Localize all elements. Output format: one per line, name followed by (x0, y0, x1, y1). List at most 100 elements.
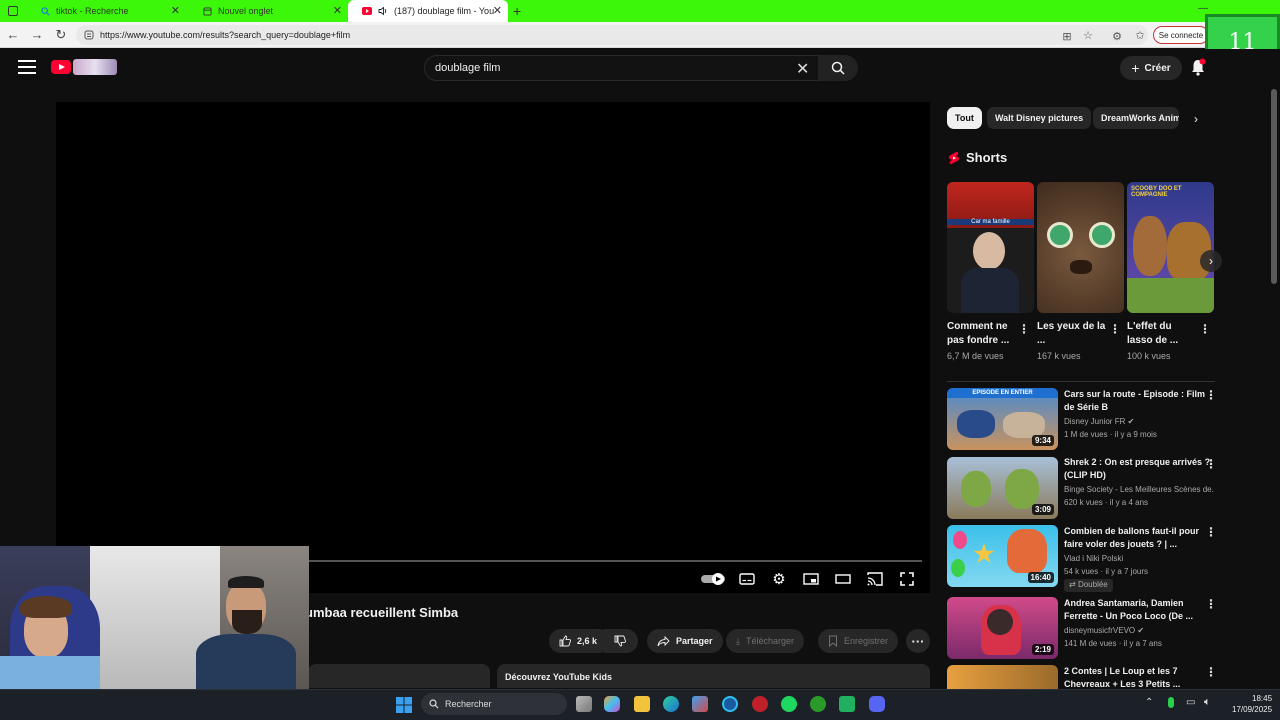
volume-icon[interactable]: 🔈︎ (1204, 696, 1211, 709)
install-app-icon[interactable]: ⊞ (1060, 30, 1074, 43)
create-button[interactable]: + Créer (1120, 56, 1182, 80)
taskbar-search[interactable]: Rechercher (421, 693, 567, 715)
fullscreen-icon[interactable] (898, 571, 916, 587)
save-button[interactable]: Enregistrer (818, 629, 899, 653)
dislike-button[interactable] (604, 629, 638, 653)
extensions-icon[interactable]: ⚙ (1110, 30, 1124, 43)
short-thumbnail[interactable]: SCOOBY DOO ET COMPAGNIE (1127, 182, 1214, 313)
task-view-icon[interactable] (576, 696, 592, 712)
spotify-icon[interactable] (781, 696, 797, 712)
related-channel[interactable]: Disney Junior FR ✔ (1064, 417, 1214, 426)
minimize-icon[interactable]: — (1198, 3, 1208, 14)
more-options-icon[interactable]: ⋮ (1199, 322, 1211, 336)
short-thumbnail[interactable]: Car ma famille (947, 182, 1034, 313)
app-green-icon[interactable] (839, 696, 855, 712)
chip-dreamworks[interactable]: DreamWorks Anim (1093, 107, 1179, 129)
taskbar-clock[interactable]: 18:45 17/09/2025 (1232, 693, 1272, 715)
close-icon[interactable]: ✕ (493, 4, 502, 17)
reload-button[interactable]: ↻ (53, 27, 69, 43)
store-icon[interactable] (692, 696, 708, 712)
settings-gear-icon[interactable]: ⚙ (770, 571, 788, 588)
related-thumbnail[interactable]: 16:40 (947, 525, 1058, 587)
more-options-icon[interactable]: ⋮ (1109, 322, 1121, 336)
more-options-icon[interactable]: ⋮ (1205, 388, 1217, 402)
cast-icon[interactable] (866, 571, 884, 587)
related-title[interactable]: 2 Contes | Le Loup et les 7 Chevreaux + … (1064, 665, 1212, 689)
more-options-icon[interactable]: ⋮ (1205, 665, 1217, 679)
microphone-icon[interactable] (1168, 697, 1174, 708)
speaker-icon[interactable] (378, 6, 388, 16)
network-icon[interactable]: ▭ (1186, 697, 1195, 708)
verified-icon: ✔ (1137, 626, 1145, 635)
related-thumbnail[interactable] (947, 665, 1058, 689)
thumb-banner: EPISODE EN ENTIER (947, 388, 1058, 398)
tab-label: tiktok - Recherche (56, 6, 129, 16)
more-options-icon[interactable]: ⋮ (1205, 597, 1217, 611)
related-title[interactable]: Andrea Santamaria, Damien Ferrette - Un … (1064, 597, 1212, 623)
subtitles-icon[interactable] (738, 571, 756, 587)
clear-search-icon[interactable]: ✕ (796, 59, 809, 79)
windows-start-icon[interactable] (396, 697, 412, 718)
more-options-icon[interactable]: ⋮ (1205, 457, 1217, 471)
autoplay-toggle[interactable] (700, 571, 726, 587)
short-title[interactable]: Les yeux de la ... (1037, 320, 1109, 348)
doodle-logo-art[interactable] (73, 59, 117, 75)
taskbar-search-label: Rechercher (445, 699, 492, 709)
related-channel[interactable]: Vlad i Niki Polski (1064, 554, 1214, 563)
like-button[interactable]: 2,6 k (549, 629, 611, 653)
site-info-icon[interactable] (84, 30, 94, 42)
tab-actions-icon[interactable] (8, 6, 18, 16)
page-scrollbar[interactable] (1271, 89, 1277, 284)
related-thumbnail[interactable]: 3:09 (947, 457, 1058, 519)
more-actions-button[interactable]: ··· (906, 629, 930, 653)
tab-youtube[interactable]: (187) doublage film - YouTub ✕ (348, 0, 508, 22)
notifications-bell-icon[interactable] (1190, 58, 1206, 76)
related-title[interactable]: Combien de ballons faut-il pour faire vo… (1064, 525, 1212, 551)
app-c-icon[interactable] (722, 696, 738, 712)
close-icon[interactable]: ✕ (333, 4, 342, 17)
video-player[interactable] (56, 102, 930, 593)
related-title[interactable]: Shrek 2 : On est presque arrivés ? (CLIP… (1064, 456, 1212, 482)
search-button[interactable] (818, 55, 858, 81)
more-options-icon[interactable]: ⋮ (1018, 322, 1030, 336)
download-button[interactable]: ⤓ Télécharger (726, 629, 805, 653)
share-button[interactable]: Partager (647, 629, 723, 653)
favorite-star-icon[interactable]: ☆ (1081, 29, 1095, 42)
related-title[interactable]: Cars sur la route - Episode : Film de Sé… (1064, 388, 1212, 414)
sign-in-button[interactable]: Se connecte (1153, 26, 1209, 44)
chips-next-arrow-icon[interactable]: › (1194, 112, 1198, 126)
tray-chevron-icon[interactable]: ⌃ (1145, 697, 1153, 708)
menu-icon[interactable] (18, 60, 36, 74)
file-explorer-icon[interactable] (634, 696, 650, 712)
discord-icon[interactable] (869, 696, 885, 712)
short-title[interactable]: L'effet du lasso de ... (1127, 320, 1199, 348)
youtube-kids-card[interactable]: Découvrez YouTube Kids (497, 664, 930, 688)
shorts-next-arrow-icon[interactable]: › (1200, 250, 1222, 272)
short-title[interactable]: Comment ne pas fondre ... (947, 320, 1019, 348)
video-progress-bar[interactable] (308, 560, 922, 562)
xbox-icon[interactable] (810, 696, 826, 712)
forward-button[interactable]: → (29, 27, 45, 43)
chip-all[interactable]: Tout (947, 107, 982, 129)
favorites-icon[interactable]: ✩ (1133, 29, 1147, 42)
related-channel[interactable]: Binge Society - Les Meilleures Scènes de… (1064, 485, 1214, 494)
youtube-logo-icon[interactable] (51, 60, 71, 74)
back-button[interactable]: ← (5, 27, 21, 43)
url-field[interactable]: https://www.youtube.com/results?search_q… (76, 25, 1148, 45)
tab-tiktok[interactable]: tiktok - Recherche ✕ (26, 0, 186, 22)
related-thumbnail[interactable]: 2:19 (947, 597, 1058, 659)
more-options-icon[interactable]: ⋮ (1205, 525, 1217, 539)
short-thumbnail[interactable] (1037, 182, 1124, 313)
copilot-icon[interactable] (604, 696, 620, 712)
chip-walt-disney[interactable]: Walt Disney pictures (987, 107, 1092, 129)
theater-mode-icon[interactable] (834, 571, 852, 587)
miniplayer-icon[interactable] (802, 571, 820, 587)
related-thumbnail[interactable]: EPISODE EN ENTIER 9:34 (947, 388, 1058, 450)
search-input[interactable]: doublage film (424, 55, 820, 81)
close-icon[interactable]: ✕ (171, 4, 180, 17)
new-tab-button[interactable]: + (513, 3, 521, 19)
app-red-icon[interactable] (752, 696, 768, 712)
edge-icon[interactable] (663, 696, 679, 712)
related-channel[interactable]: disneymusicfrVEVO ✔ (1064, 626, 1214, 635)
tab-new[interactable]: Nouvel onglet ✕ (188, 0, 348, 22)
